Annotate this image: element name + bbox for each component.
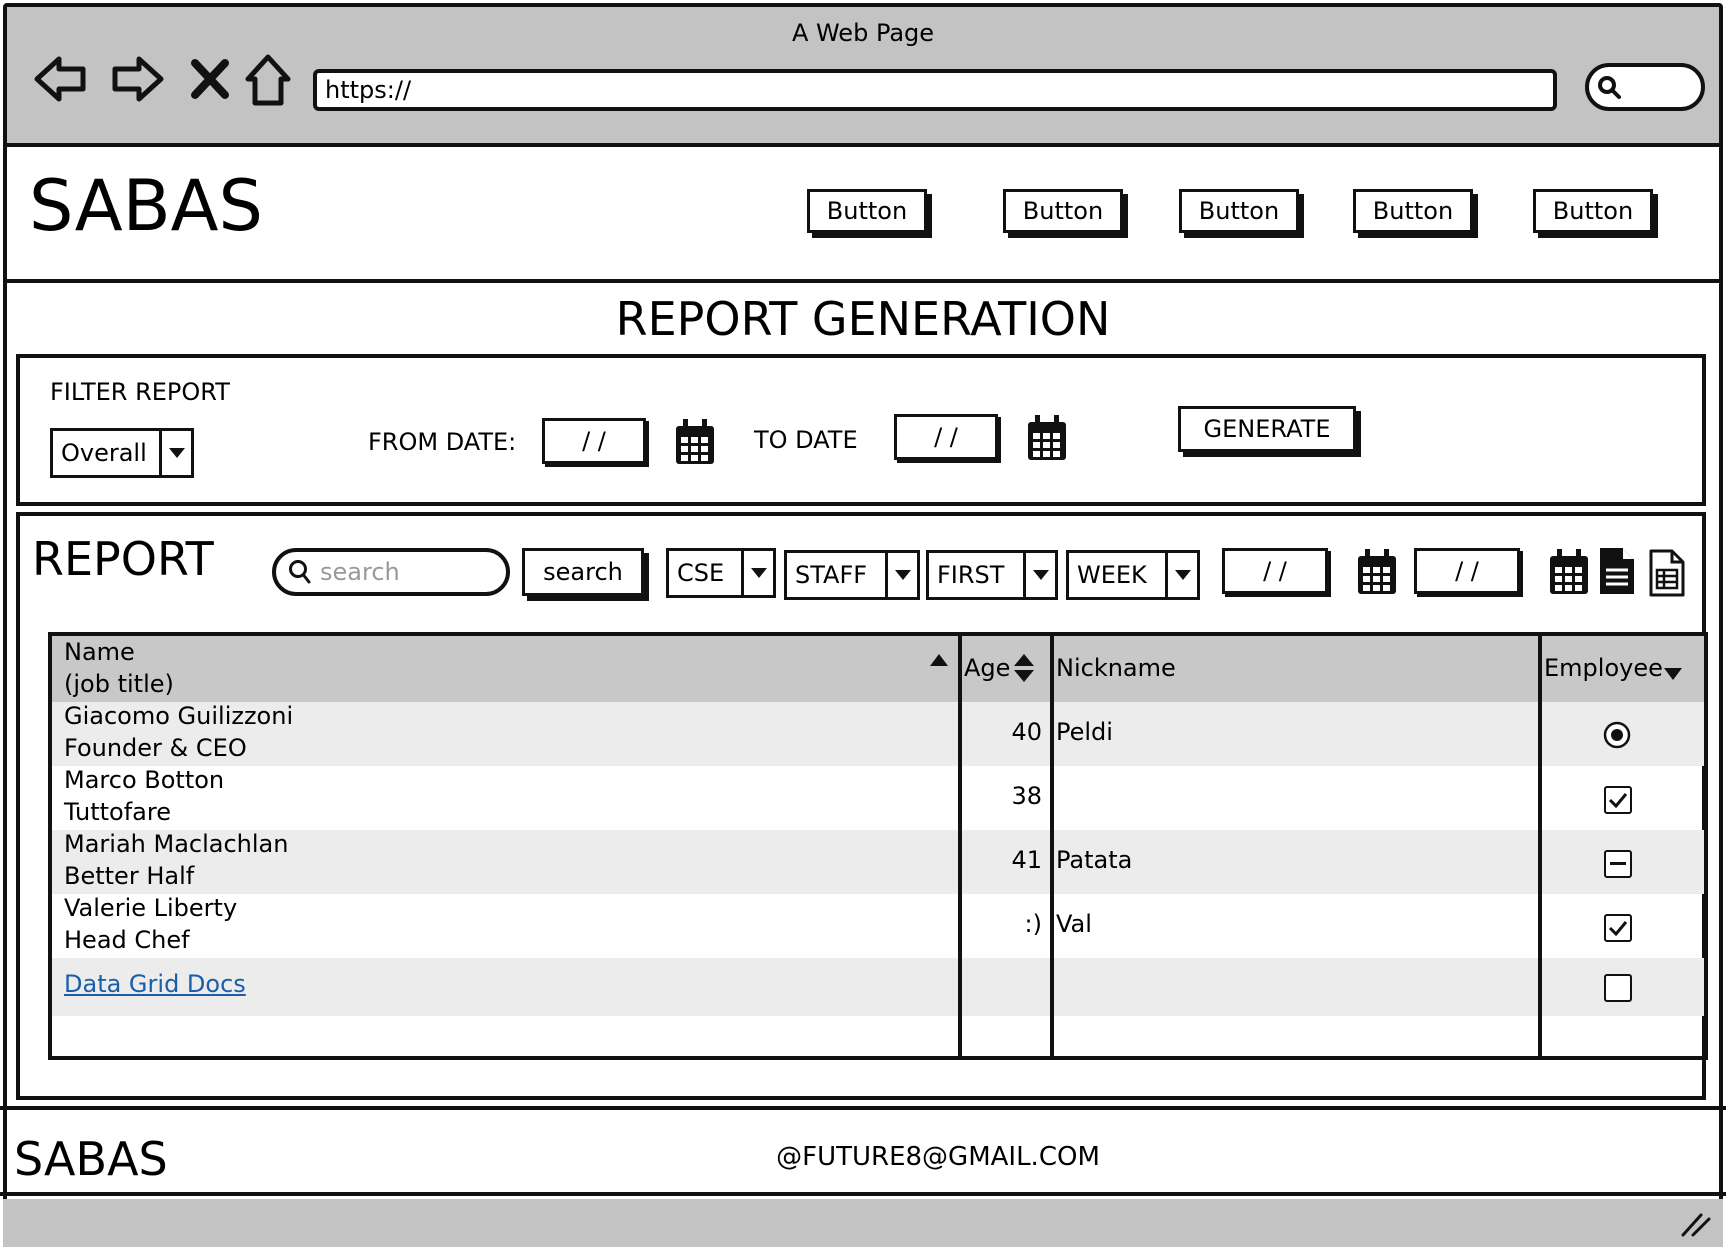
table-row[interactable]: Giacomo Guilizzoni Founder & CEO 40 Peld…	[52, 702, 1704, 766]
column-divider	[1050, 636, 1054, 1056]
name-column-subheader: (job title)	[64, 670, 174, 698]
period-select[interactable]: WEEK	[1066, 550, 1200, 600]
report-search-field[interactable]	[272, 548, 510, 596]
employee-nickname: Peldi	[1056, 718, 1113, 746]
employee-job-title: Tuttofare	[64, 798, 171, 826]
sort-descending-icon[interactable]	[1664, 668, 1682, 680]
checkbox-unchecked-icon[interactable]	[1604, 974, 1632, 1002]
radio-selected-icon[interactable]	[1602, 720, 1632, 750]
data-grid-docs-link[interactable]: Data Grid Docs	[64, 968, 246, 1000]
column-divider	[958, 636, 962, 1056]
filter-panel	[16, 354, 1706, 506]
employee-age: :)	[1024, 910, 1042, 938]
table-row[interactable]: Data Grid Docs	[52, 958, 1704, 1016]
document-icon[interactable]	[1598, 546, 1636, 596]
window-title: A Web Page	[791, 19, 935, 47]
filter-label: FILTER REPORT	[50, 378, 230, 406]
employee-age: 38	[1011, 782, 1042, 810]
calendar-icon[interactable]	[1356, 548, 1398, 596]
chevron-down-icon	[159, 431, 191, 475]
shift-select[interactable]: FIRST	[926, 550, 1058, 600]
chevron-down-icon	[885, 553, 917, 597]
header-button-4[interactable]: Button	[1353, 189, 1473, 233]
age-column-header[interactable]: Age	[964, 652, 1010, 684]
employee-name: Valerie Liberty	[64, 894, 238, 922]
filter-select[interactable]: Overall	[50, 428, 194, 478]
to-date-label: TO DATE	[754, 426, 858, 454]
employee-nickname: Val	[1056, 910, 1092, 938]
checkbox-checked-icon[interactable]	[1604, 914, 1632, 942]
nickname-column-header[interactable]: Nickname	[1056, 652, 1176, 684]
close-x-icon[interactable]	[187, 51, 233, 107]
report-search-input[interactable]	[318, 557, 478, 587]
to-date-field[interactable]: / /	[894, 414, 998, 460]
data-grid: Name (job title) Age Nickname Employee G…	[48, 632, 1708, 1060]
header-button-5[interactable]: Button	[1533, 189, 1653, 233]
department-select-value: CSE	[677, 559, 725, 587]
checkbox-indeterminate-icon[interactable]	[1604, 850, 1632, 878]
from-date-field[interactable]: / /	[542, 418, 646, 464]
column-divider	[1538, 636, 1542, 1056]
employee-job-title: Better Half	[64, 862, 195, 890]
employee-job-title: Founder & CEO	[64, 734, 247, 762]
sort-ascending-icon[interactable]	[930, 654, 948, 666]
search-button[interactable]: search	[522, 548, 644, 596]
home-icon[interactable]	[243, 51, 293, 109]
resize-grip-icon[interactable]	[1679, 1211, 1711, 1237]
role-select[interactable]: STAFF	[784, 550, 920, 600]
chevron-down-icon	[741, 551, 773, 595]
employee-name: Marco Botton	[64, 766, 225, 794]
spreadsheet-file-icon[interactable]	[1648, 548, 1686, 598]
chevron-down-icon	[1165, 553, 1197, 597]
from-date-label: FROM DATE:	[368, 428, 517, 456]
table-row[interactable]: Marco Botton Tuttofare 38	[52, 766, 1704, 830]
site-logo: SABAS	[29, 165, 263, 247]
employee-column-header[interactable]: Employee	[1544, 652, 1663, 684]
report-start-date-field[interactable]: / /	[1222, 548, 1328, 594]
name-column-header[interactable]: Name	[64, 636, 135, 668]
forward-arrow-icon[interactable]	[107, 51, 167, 107]
page-title: REPORT GENERATION	[615, 292, 1111, 346]
grid-header-row: Name (job title) Age Nickname Employee	[52, 636, 1704, 702]
period-select-value: WEEK	[1077, 561, 1147, 589]
role-select-value: STAFF	[795, 561, 868, 589]
generate-button[interactable]: GENERATE	[1178, 406, 1356, 452]
header-button-1[interactable]: Button	[807, 189, 927, 233]
footer-email[interactable]: @FUTURE8@GMAIL.COM	[0, 1142, 1726, 1172]
employee-age: 40	[1011, 718, 1042, 746]
search-icon	[1598, 76, 1621, 99]
employee-job-title: Head Chef	[64, 926, 190, 954]
table-row[interactable]: Mariah Maclachlan Better Half 41 Patata	[52, 830, 1704, 894]
site-header: SABAS Button Button Button Button Button	[7, 147, 1719, 283]
department-select[interactable]: CSE	[666, 548, 776, 598]
employee-age: 41	[1011, 846, 1042, 874]
back-arrow-icon[interactable]	[31, 51, 91, 107]
browser-search-field[interactable]	[1585, 63, 1705, 111]
checkbox-checked-icon[interactable]	[1604, 786, 1632, 814]
chevron-down-icon	[1023, 553, 1055, 597]
browser-chrome: A Web Page https://	[7, 7, 1719, 147]
browser-status-bar	[3, 1199, 1723, 1247]
header-button-3[interactable]: Button	[1179, 189, 1299, 233]
header-button-2[interactable]: Button	[1003, 189, 1123, 233]
employee-name: Giacomo Guilizzoni	[64, 702, 294, 730]
report-title: REPORT	[32, 532, 214, 586]
sort-both-icon[interactable]	[1014, 654, 1034, 682]
shift-select-value: FIRST	[937, 561, 1005, 589]
employee-nickname: Patata	[1056, 846, 1133, 874]
calendar-icon[interactable]	[1548, 548, 1590, 596]
search-icon	[289, 560, 311, 584]
report-end-date-field[interactable]: / /	[1414, 548, 1520, 594]
calendar-icon[interactable]	[1026, 414, 1068, 462]
employee-name: Mariah Maclachlan	[64, 830, 289, 858]
site-footer: SABAS @FUTURE8@GMAIL.COM	[0, 1106, 1726, 1196]
filter-select-value: Overall	[61, 439, 147, 467]
table-row[interactable]: Valerie Liberty Head Chef :) Val	[52, 894, 1704, 958]
calendar-icon[interactable]	[674, 418, 716, 466]
url-text: https://	[325, 76, 412, 104]
url-bar[interactable]: https://	[313, 69, 1557, 111]
